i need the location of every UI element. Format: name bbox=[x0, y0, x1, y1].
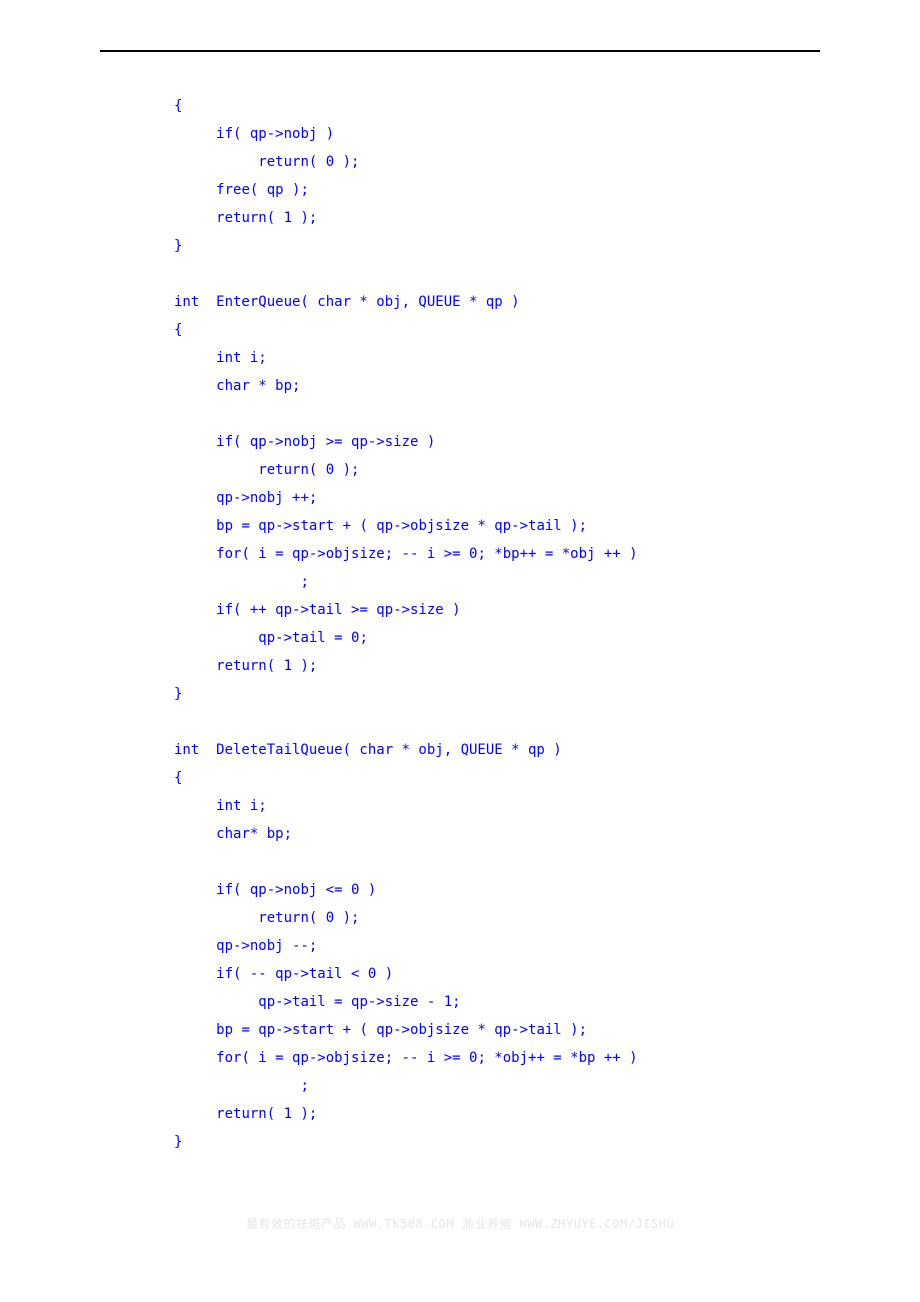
code-line: for( i = qp->objsize; -- i >= 0; *bp++ =… bbox=[174, 546, 638, 562]
code-line: { bbox=[174, 322, 182, 338]
header-rule bbox=[100, 50, 820, 52]
code-line: if( qp->nobj <= 0 ) bbox=[174, 882, 376, 898]
code-line: bp = qp->start + ( qp->objsize * qp->tai… bbox=[174, 1022, 587, 1038]
code-line: ; bbox=[174, 574, 309, 590]
code-line: return( 0 ); bbox=[174, 462, 359, 478]
code-line: qp->tail = qp->size - 1; bbox=[174, 994, 461, 1010]
code-line: if( qp->nobj ) bbox=[174, 126, 334, 142]
code-line: return( 1 ); bbox=[174, 1106, 317, 1122]
code-line: return( 0 ); bbox=[174, 910, 359, 926]
code-line: if( -- qp->tail < 0 ) bbox=[174, 966, 393, 982]
code-line: char * bp; bbox=[174, 378, 300, 394]
code-line: return( 1 ); bbox=[174, 658, 317, 674]
code-line: qp->tail = 0; bbox=[174, 630, 368, 646]
code-line: char* bp; bbox=[174, 826, 292, 842]
document-page: { if( qp->nobj ) return( 0 ); free( qp )… bbox=[0, 0, 920, 1302]
code-line: return( 0 ); bbox=[174, 154, 359, 170]
code-line: } bbox=[174, 238, 182, 254]
code-line: qp->nobj --; bbox=[174, 938, 317, 954]
code-line: if( qp->nobj >= qp->size ) bbox=[174, 434, 435, 450]
code-line: bp = qp->start + ( qp->objsize * qp->tai… bbox=[174, 518, 587, 534]
code-line: int DeleteTailQueue( char * obj, QUEUE *… bbox=[174, 742, 562, 758]
code-line: free( qp ); bbox=[174, 182, 309, 198]
code-line: qp->nobj ++; bbox=[174, 490, 317, 506]
code-line: } bbox=[174, 1134, 182, 1150]
code-line: for( i = qp->objsize; -- i >= 0; *obj++ … bbox=[174, 1050, 638, 1066]
code-line: } bbox=[174, 686, 182, 702]
watermark-text: 最有效的祛斑产品 WWW.TK508.COM 渔业养殖 WWW.ZHYUYE.C… bbox=[0, 1215, 920, 1232]
code-line: { bbox=[174, 98, 182, 114]
code-line: int EnterQueue( char * obj, QUEUE * qp ) bbox=[174, 294, 520, 310]
code-line: if( ++ qp->tail >= qp->size ) bbox=[174, 602, 461, 618]
code-block: { if( qp->nobj ) return( 0 ); free( qp )… bbox=[100, 92, 820, 1156]
code-line: int i; bbox=[174, 350, 267, 366]
code-line: int i; bbox=[174, 798, 267, 814]
code-line: ; bbox=[174, 1078, 309, 1094]
code-line: { bbox=[174, 770, 182, 786]
code-line: return( 1 ); bbox=[174, 210, 317, 226]
